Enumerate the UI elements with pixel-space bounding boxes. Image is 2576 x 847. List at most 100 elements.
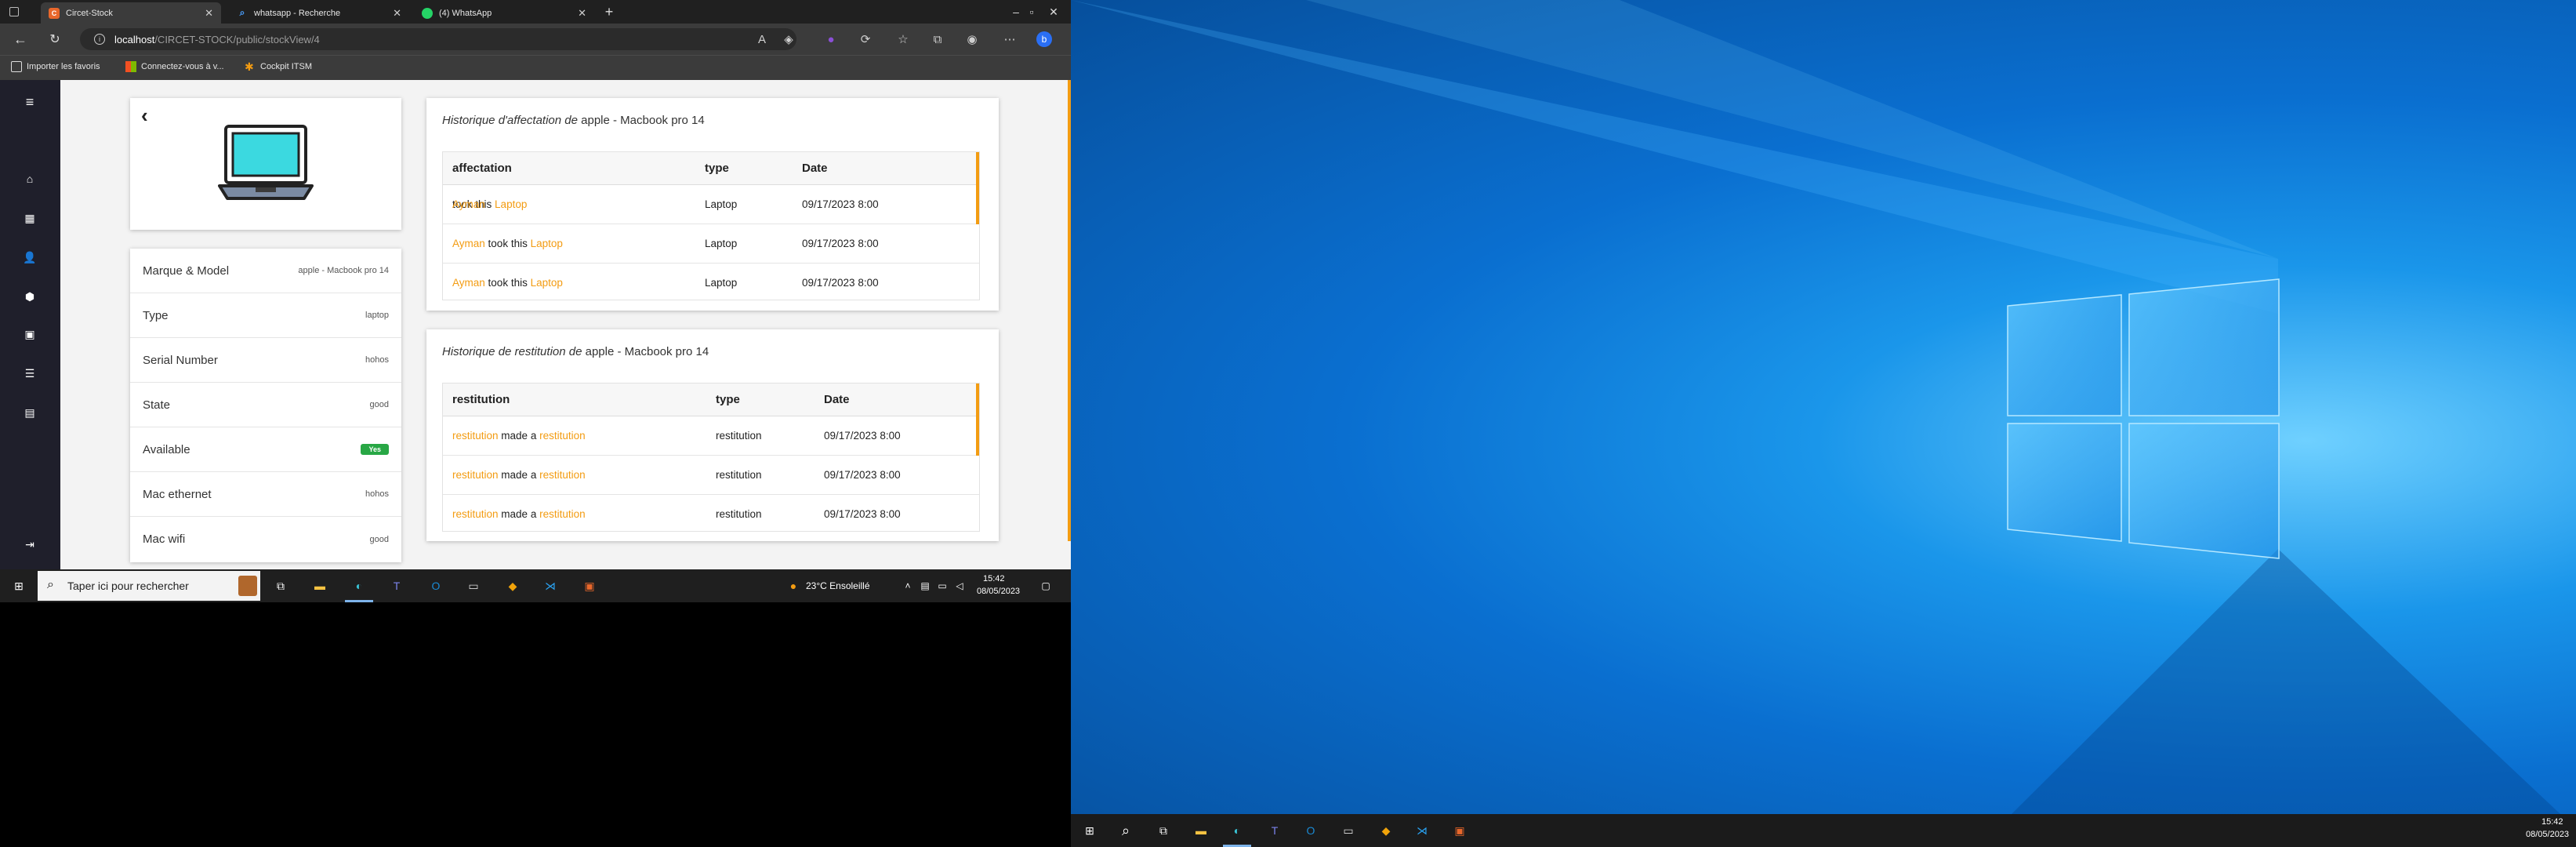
back-chevron-icon[interactable]: ‹: [141, 105, 161, 126]
outlook-icon[interactable]: O: [1301, 821, 1320, 840]
extension-icon[interactable]: ●: [823, 31, 839, 47]
profile-avatar-icon[interactable]: ◉: [964, 31, 980, 47]
teams-icon[interactable]: T: [1265, 821, 1284, 840]
table-row: restitution made a restitution restituti…: [443, 456, 979, 495]
volume-icon[interactable]: ◁: [950, 576, 969, 595]
restitution-table[interactable]: restitution type Date restitution made a…: [442, 383, 980, 532]
taskbar-right: ⊞ ⌕ ⧉ ▬ ◐ T O ▭ ◆ ⋊ ▣ 15:42 08/05/2023: [1071, 814, 2576, 847]
chevron-up-icon[interactable]: ˄: [898, 576, 917, 595]
briefcase-icon[interactable]: ▣: [20, 325, 39, 344]
refresh-extension-icon[interactable]: ⟳: [858, 31, 873, 47]
hamburger-menu-icon[interactable]: ≡: [20, 93, 39, 111]
vscode-icon[interactable]: ⋊: [1413, 821, 1431, 840]
url-input[interactable]: i localhost/CIRCET-STOCK/public/stockVie…: [80, 28, 796, 50]
favorite-connectez[interactable]: Connectez-vous à v...: [125, 61, 224, 72]
search-icon[interactable]: ⌕: [1116, 821, 1135, 840]
home-icon[interactable]: ⌂: [20, 169, 39, 188]
tab-whatsapp[interactable]: (4) WhatsApp ✕: [414, 2, 594, 24]
windows-wallpaper-logo: [1071, 0, 2560, 814]
briefcase-tray-icon[interactable]: ▤: [916, 576, 934, 595]
task-view-icon[interactable]: ⧉: [271, 576, 290, 595]
detail-row-brand-model: Marque & Model apple - Macbook pro 14: [130, 249, 401, 293]
favorites-star-icon[interactable]: ☆: [895, 31, 911, 47]
outlook-icon[interactable]: O: [426, 576, 445, 595]
detail-row-type: Type laptop: [130, 293, 401, 338]
add-user-icon[interactable]: 👤: [20, 248, 39, 267]
tracking-prevention-icon[interactable]: ◈: [781, 31, 796, 47]
box-icon[interactable]: ⬢: [20, 287, 39, 306]
windows-start-icon[interactable]: ⊞: [9, 576, 28, 595]
cockpit-icon: ✱: [245, 60, 254, 73]
circet-favicon-icon: C: [49, 7, 60, 19]
restitution-history-card: Historique de restitution de apple - Mac…: [426, 329, 999, 541]
right-monitor-desktop: ⊞ ⌕ ⧉ ▬ ◐ T O ▭ ◆ ⋊ ▣ 15:42 08/05/2023: [1071, 0, 2576, 847]
vscode-icon[interactable]: ⋊: [541, 576, 560, 595]
detail-row-available: Available Yes: [130, 427, 401, 472]
address-bar-row: ← ↻ i localhost/CIRCET-STOCK/public/stoc…: [0, 24, 1071, 55]
logout-icon[interactable]: ⇥: [20, 535, 39, 554]
table-header: restitution type Date: [443, 384, 979, 416]
search-favicon-icon: ⌕: [239, 7, 245, 18]
tab-whatsapp-search[interactable]: ⌕ whatsapp - Recherche ✕: [229, 2, 409, 24]
detail-row-state: State good: [130, 383, 401, 427]
table-scrollbar[interactable]: [976, 152, 979, 224]
item-details-card: Marque & Model apple - Macbook pro 14 Ty…: [130, 249, 401, 562]
close-window-button[interactable]: ✕: [1038, 0, 1069, 24]
git-icon[interactable]: ◆: [503, 576, 522, 595]
table-scrollbar[interactable]: [976, 384, 979, 456]
read-aloud-icon[interactable]: A: [754, 31, 770, 47]
weather-sun-icon[interactable]: ●: [784, 576, 803, 595]
restitution-history-title: Historique de restitution de apple - Mac…: [442, 345, 709, 358]
whatsapp-favicon-icon: [422, 7, 433, 19]
tab-circet-stock[interactable]: C Circet-Stock ✕: [41, 2, 221, 24]
site-info-icon[interactable]: i: [94, 34, 105, 45]
dashboard-icon[interactable]: ▦: [20, 209, 39, 227]
refresh-icon[interactable]: ↻: [45, 30, 64, 49]
close-tab-icon[interactable]: ✕: [393, 7, 401, 20]
favorite-cockpit-itsm[interactable]: ✱ Cockpit ITSM: [245, 61, 312, 72]
table-row: Ayman took this Laptop Laptop 09/17/2023…: [443, 224, 979, 264]
file-explorer-icon[interactable]: ▬: [310, 576, 329, 595]
detail-row-serial-number: Serial Number hohos: [130, 338, 401, 383]
xampp-icon[interactable]: ▣: [580, 576, 599, 595]
more-menu-icon[interactable]: ⋯: [1002, 31, 1018, 47]
browser-window: C Circet-Stock ✕ ⌕ whatsapp - Recherche …: [0, 0, 1071, 569]
terminal-icon[interactable]: ▭: [464, 576, 483, 595]
collections-icon[interactable]: ⧉: [930, 31, 945, 47]
available-badge: Yes: [361, 444, 389, 455]
app-sidebar: ≡ ⌂ ▦ 👤 ⬢ ▣ ☰ ▤ ⇥: [0, 80, 60, 569]
taskbar-left: ⊞ ⌕ Taper ici pour rechercher ⧉ ▬ ◐ T O …: [0, 569, 1071, 602]
notification-icon[interactable]: ▢: [1036, 576, 1055, 595]
workspaces-icon[interactable]: [9, 7, 19, 16]
windows-start-icon[interactable]: ⊞: [1080, 821, 1099, 840]
table-row: Ayman took this Laptop Laptop 09/17/2023…: [443, 264, 979, 300]
folder-icon: [11, 61, 22, 72]
affectation-table[interactable]: affectation type Date Ayman took this La…: [442, 151, 980, 300]
search-highlight-icon: [238, 576, 257, 596]
table-row: Ayman took this Laptop Laptop 09/17/2023…: [443, 185, 979, 224]
contact-card-icon[interactable]: ▤: [20, 403, 39, 422]
terminal-icon[interactable]: ▭: [1339, 821, 1358, 840]
close-tab-icon[interactable]: ✕: [578, 7, 586, 20]
close-tab-icon[interactable]: ✕: [205, 7, 213, 20]
table-row: restitution made a restitution restituti…: [443, 495, 979, 531]
task-view-icon[interactable]: ⧉: [1154, 821, 1173, 840]
taskbar-search-input[interactable]: ⌕ Taper ici pour rechercher: [38, 571, 260, 601]
favorite-import[interactable]: Importer les favoris: [11, 61, 100, 72]
tab-bar: C Circet-Stock ✕ ⌕ whatsapp - Recherche …: [0, 0, 1071, 24]
list-icon[interactable]: ☰: [20, 364, 39, 383]
xampp-icon[interactable]: ▣: [1450, 821, 1469, 840]
bing-chat-icon[interactable]: b: [1036, 31, 1052, 47]
affectation-history-title: Historique d'affectation de apple - Macb…: [442, 114, 705, 127]
table-row: restitution made a restitution restituti…: [443, 416, 979, 456]
git-icon[interactable]: ◆: [1377, 821, 1395, 840]
network-icon[interactable]: ▭: [933, 576, 952, 595]
file-explorer-icon[interactable]: ▬: [1192, 821, 1210, 840]
back-arrow-icon[interactable]: ←: [11, 30, 30, 49]
search-icon: ⌕: [47, 578, 54, 591]
edge-icon[interactable]: ◐: [350, 576, 368, 595]
teams-icon[interactable]: T: [387, 576, 406, 595]
item-image-card: ‹: [130, 98, 401, 230]
new-tab-button[interactable]: +: [597, 0, 621, 24]
edge-icon[interactable]: ◐: [1228, 821, 1246, 840]
